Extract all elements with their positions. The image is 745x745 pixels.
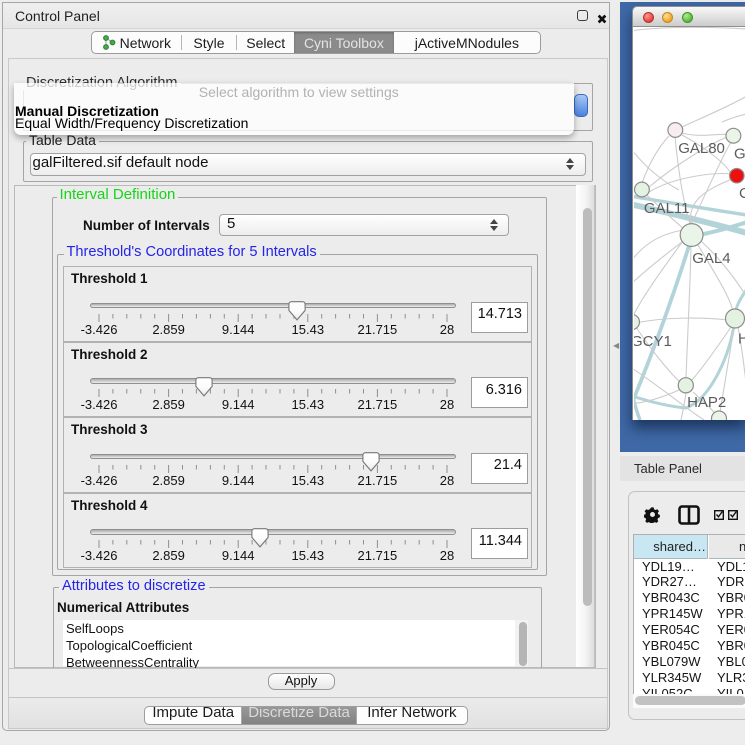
svg-text:C: C: [739, 185, 745, 202]
svg-text:GAL11: GAL11: [643, 200, 689, 217]
svg-text:H: H: [738, 330, 745, 347]
svg-text:GAL80: GAL80: [678, 140, 725, 157]
svg-text:GAL4: GAL4: [692, 250, 730, 267]
svg-text:HAP2: HAP2: [687, 394, 726, 411]
svg-text:GA: GA: [734, 146, 745, 163]
svg-text:GCY1: GCY1: [634, 333, 672, 350]
